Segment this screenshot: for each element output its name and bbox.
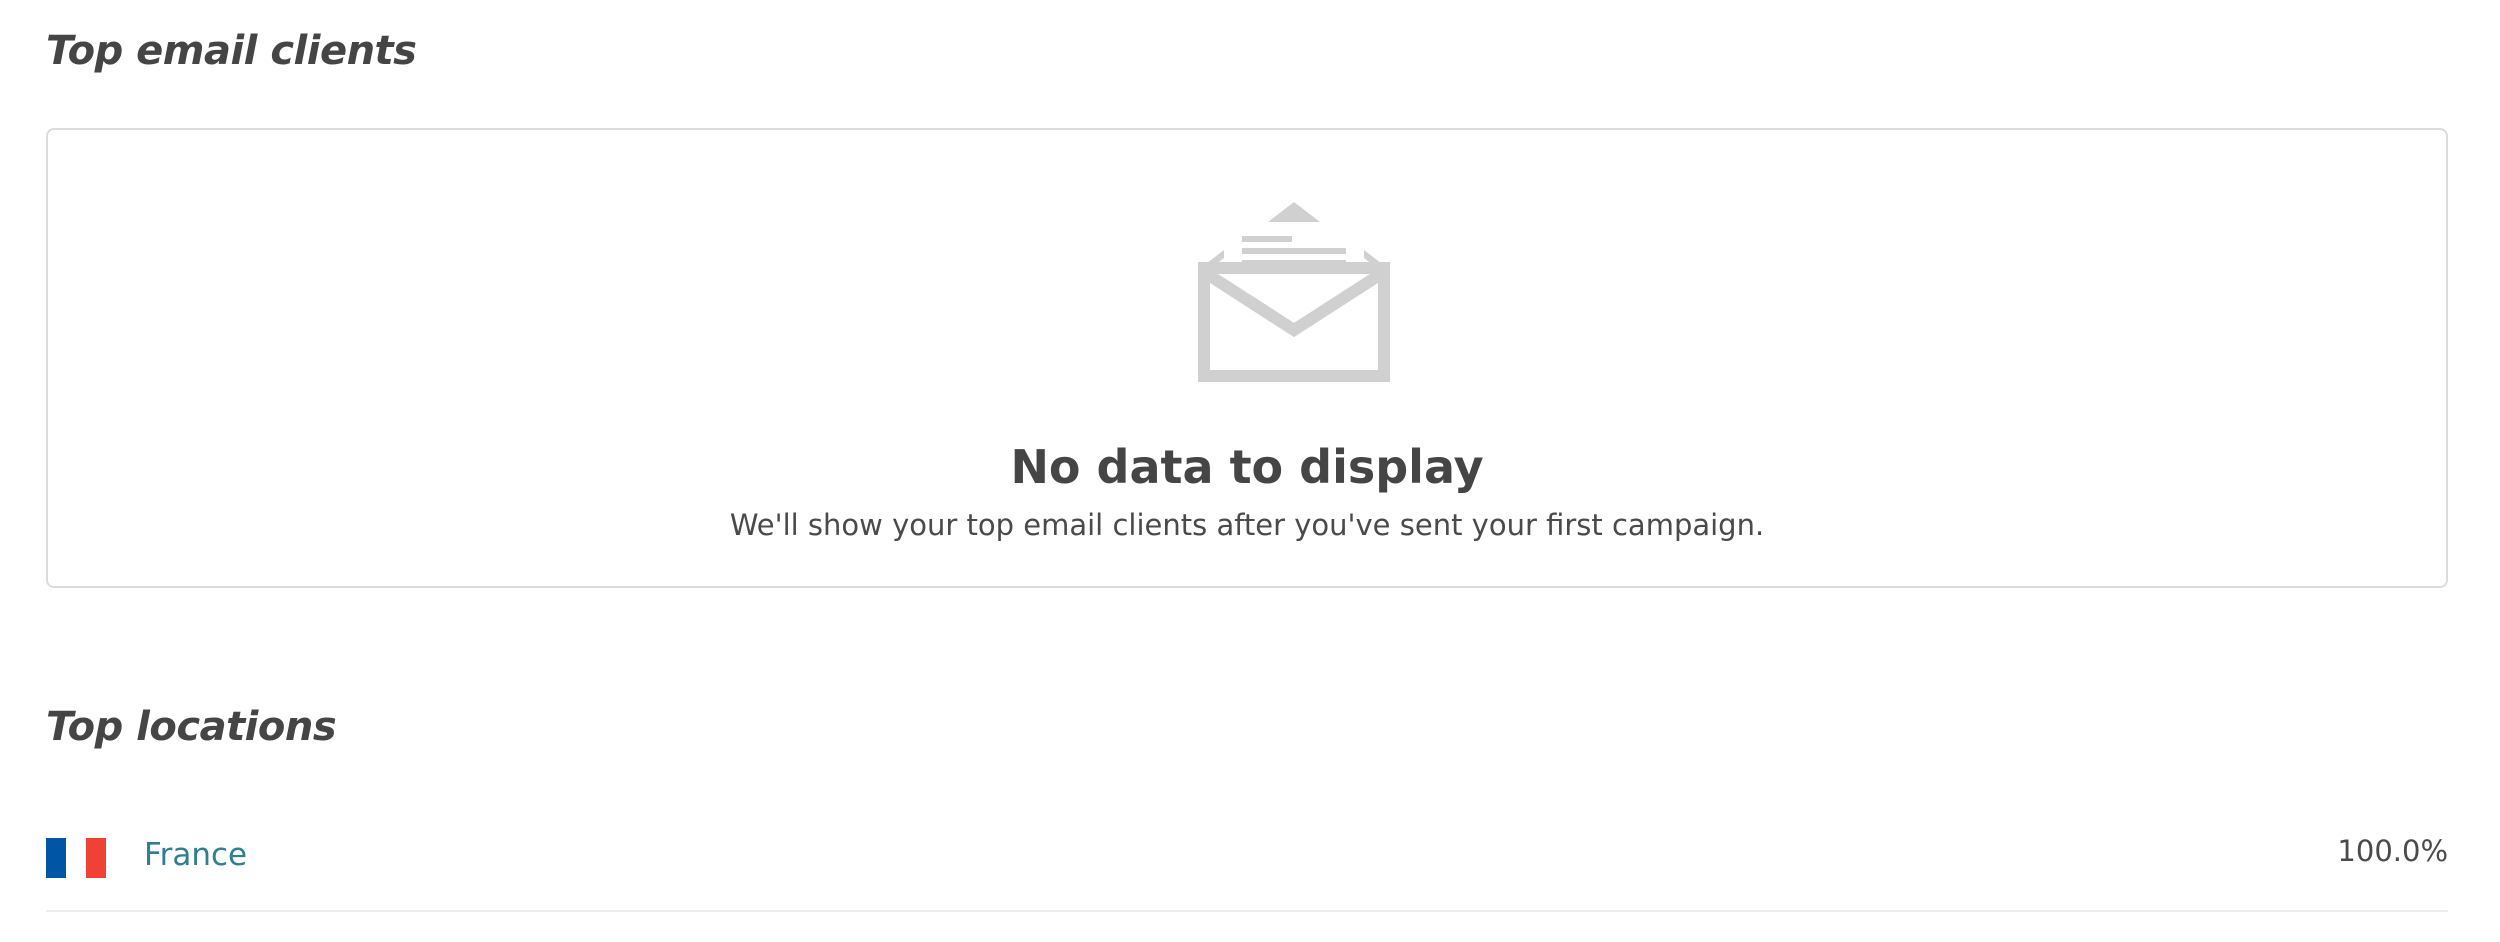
email-clients-empty-state: No data to display We'll show your top e… (46, 128, 2448, 588)
france-flag-icon (46, 838, 106, 878)
location-row: France 100.0% (46, 810, 2448, 912)
empty-state-message: We'll show your top email clients after … (729, 508, 1765, 542)
email-clients-section-title: Top email clients (46, 28, 417, 74)
location-country-link[interactable]: France (144, 837, 247, 873)
locations-section-title: Top locations (46, 704, 337, 750)
empty-state-heading: No data to display (1010, 440, 1484, 494)
open-envelope-icon (1198, 202, 1390, 382)
location-percentage: 100.0% (2337, 834, 2448, 868)
